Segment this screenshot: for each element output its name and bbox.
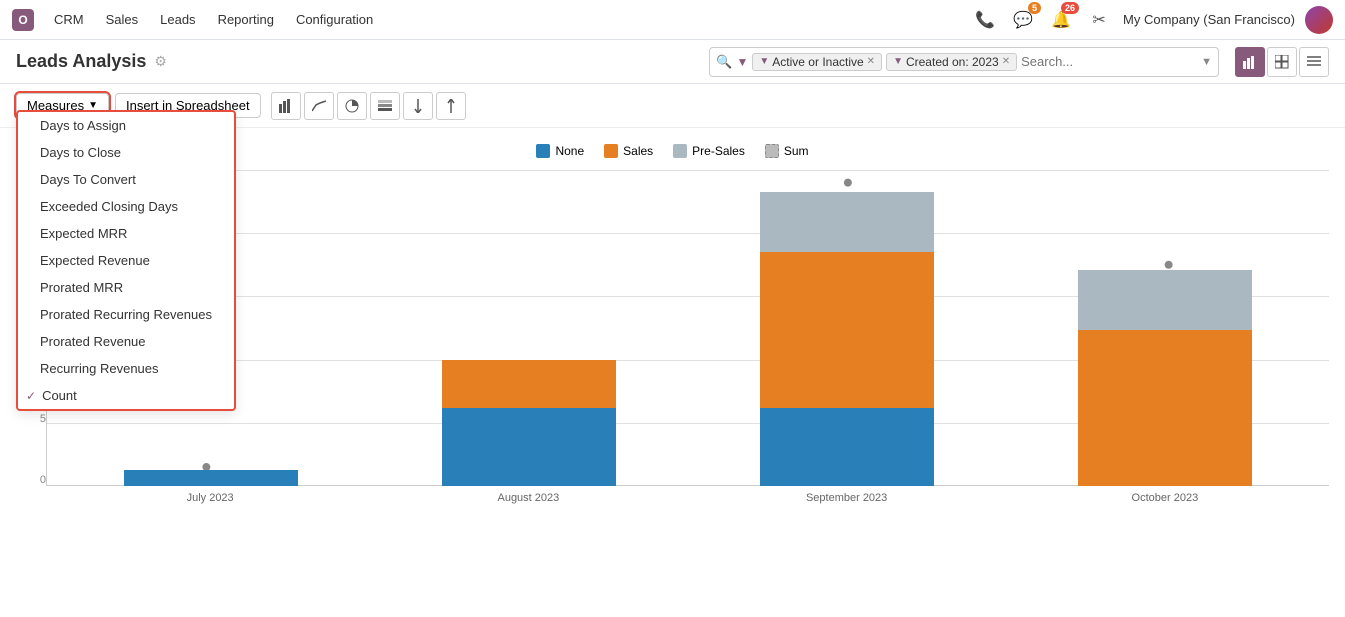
legend-presales: Pre-Sales (673, 144, 745, 158)
x-label-september: September 2023 (688, 492, 1006, 504)
bar-stack-september (760, 192, 935, 486)
x-label-october: October 2023 (1006, 492, 1324, 504)
legend-sum: Sum (765, 144, 809, 158)
legend-sales-label: Sales (623, 144, 653, 158)
bar-group-october (1006, 170, 1324, 486)
dropdown-item-expected-revenue[interactable]: Expected Revenue (18, 247, 234, 274)
settings-gear-icon[interactable]: ⚙ (154, 53, 167, 70)
dropdown-item-recurring-revenues[interactable]: Recurring Revenues (18, 355, 234, 382)
bar-segment-none-august (442, 408, 617, 486)
bar-segment-presales-oct (1078, 270, 1253, 330)
search-dropdown-icon[interactable]: ▼ (1201, 56, 1212, 68)
filter-created-on[interactable]: ▼ Created on: 2023 ✕ (886, 53, 1017, 71)
legend-none-label: None (555, 144, 584, 158)
chart-desc-btn[interactable] (436, 92, 466, 120)
filter-funnel-icon[interactable]: ▼ (737, 55, 749, 69)
dropdown-item-prorated-revenue[interactable]: Prorated Revenue (18, 328, 234, 355)
bell-badge: 26 (1061, 2, 1079, 14)
page-title: Leads Analysis (16, 51, 146, 72)
main-content: Measures ▼ Insert in Spreadsheet (0, 84, 1345, 565)
nav-reporting[interactable]: Reporting (214, 12, 278, 27)
company-name[interactable]: My Company (San Francisco) (1123, 12, 1295, 27)
bar-stack-july (124, 470, 299, 486)
dropdown-item-count[interactable]: Count (18, 382, 234, 409)
phone-icon[interactable]: 📞 (971, 6, 999, 34)
filter-tag-label-2: Created on: 2023 (906, 55, 999, 69)
legend-none-color (536, 144, 550, 158)
view-mode-buttons (1235, 47, 1329, 77)
nav-crm[interactable]: CRM (50, 12, 88, 27)
bar-segment-sales-oct (1078, 330, 1253, 486)
legend-sales-color (604, 144, 618, 158)
filter-icon-created: ▼ (893, 56, 903, 67)
filter-active-inactive[interactable]: ▼ Active or Inactive ✕ (752, 53, 882, 71)
legend-sales: Sales (604, 144, 653, 158)
bars-container: July 2023 August 2023 September 2023 Oct… (46, 170, 1329, 510)
chart-line-btn[interactable] (304, 92, 334, 120)
bar-stack-august (442, 360, 617, 486)
search-input[interactable] (1021, 54, 1197, 69)
filter-remove-icon-2[interactable]: ✕ (1002, 56, 1010, 67)
dropdown-item-prorated-recurring[interactable]: Prorated Recurring Revenues (18, 301, 234, 328)
bar-segment-presales-sep (760, 192, 935, 252)
top-navigation: O CRM Sales Leads Reporting Configuratio… (0, 0, 1345, 40)
legend-none: None (536, 144, 584, 158)
pivot-view-btn[interactable] (1267, 47, 1297, 77)
nav-right: 📞 💬 5 🔔 26 ✂ My Company (San Francisco) (971, 6, 1333, 34)
app-logo[interactable]: O (12, 9, 34, 31)
bar-segment-sales-sep (760, 252, 935, 408)
x-label-august: August 2023 (369, 492, 687, 504)
bar-group-september (688, 170, 1006, 486)
list-view-btn[interactable] (1299, 47, 1329, 77)
x-label-july: July 2023 (51, 492, 369, 504)
bar-chart-view-btn[interactable] (1235, 47, 1265, 77)
user-avatar[interactable] (1305, 6, 1333, 34)
nav-menu: CRM Sales Leads Reporting Configuration (50, 12, 377, 27)
bar-segment-sales-august (442, 360, 617, 408)
page-header: Leads Analysis ⚙ 🔍 ▼ ▼ Active or Inactiv… (0, 40, 1345, 84)
dropdown-item-expected-mrr[interactable]: Expected MRR (18, 220, 234, 247)
dropdown-item-days-convert[interactable]: Days To Convert (18, 166, 234, 193)
dropdown-item-prorated-mrr[interactable]: Prorated MRR (18, 274, 234, 301)
dropdown-item-days-assign[interactable]: Days to Assign (18, 112, 234, 139)
chart-asc-btn[interactable] (403, 92, 433, 120)
chart-stacked-btn[interactable] (370, 92, 400, 120)
legend-presales-label: Pre-Sales (692, 144, 745, 158)
bar-group-august (370, 170, 688, 486)
dropdown-item-days-close[interactable]: Days to Close (18, 139, 234, 166)
chart-pie-btn[interactable] (337, 92, 367, 120)
legend-sum-label: Sum (784, 144, 809, 158)
bar-segment-none-july (124, 470, 299, 486)
cut-icon[interactable]: ✂ (1085, 6, 1113, 34)
bar-segment-none-sep (760, 408, 935, 486)
legend-presales-color (673, 144, 687, 158)
chat-badge: 5 (1028, 2, 1041, 14)
x-axis-labels: July 2023 August 2023 September 2023 Oct… (46, 486, 1329, 510)
chart-bar-btn[interactable] (271, 92, 301, 120)
filter-tag-label: Active or Inactive (772, 55, 863, 69)
chat-icon[interactable]: 💬 5 (1009, 6, 1037, 34)
filter-icon-active: ▼ (759, 56, 769, 67)
bar-groups (46, 170, 1329, 486)
bell-icon[interactable]: 🔔 26 (1047, 6, 1075, 34)
dropdown-item-exceeded-closing[interactable]: Exceeded Closing Days (18, 193, 234, 220)
search-icon: 🔍 (716, 54, 732, 70)
nav-configuration[interactable]: Configuration (292, 12, 377, 27)
legend-sum-color (765, 144, 779, 158)
measures-dropdown: Days to Assign Days to Close Days To Con… (16, 110, 236, 411)
nav-leads[interactable]: Leads (156, 12, 199, 27)
search-bar: 🔍 ▼ ▼ Active or Inactive ✕ ▼ Created on:… (709, 47, 1219, 77)
nav-sales[interactable]: Sales (102, 12, 143, 27)
filter-remove-icon[interactable]: ✕ (867, 56, 875, 67)
bar-stack-october (1078, 270, 1253, 486)
